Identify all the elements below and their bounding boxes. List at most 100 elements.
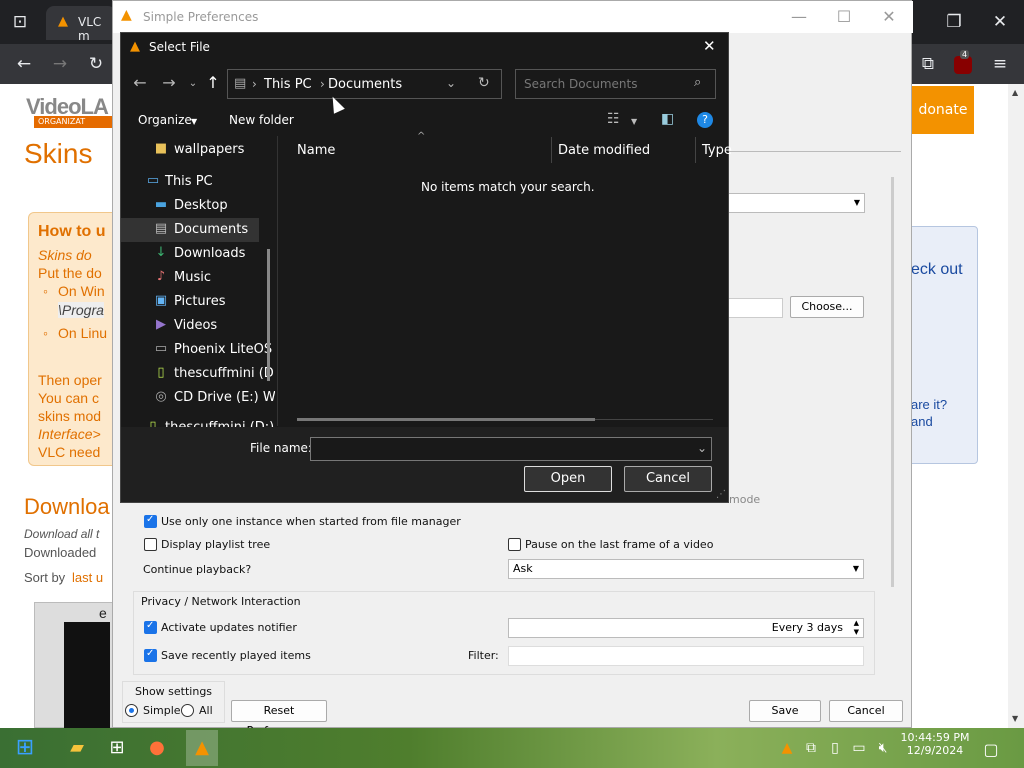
back-icon[interactable]: ←	[12, 54, 36, 74]
column-divider[interactable]	[551, 137, 552, 163]
volume-muted-icon[interactable]: 🔇︎	[874, 740, 892, 756]
ublock-icon[interactable]: 4	[954, 50, 972, 74]
one-instance-checkbox[interactable]	[144, 514, 157, 528]
menu-icon[interactable]: ≡	[988, 54, 1012, 74]
breadcrumb-documents[interactable]: Documents	[328, 77, 402, 92]
up-folder-icon[interactable]: ↑	[202, 73, 224, 92]
new-folder-button[interactable]: New folder	[229, 113, 294, 127]
column-date-modified[interactable]: Date modified	[558, 143, 650, 158]
tree-item-label: wallpapers	[174, 142, 245, 157]
forward-icon[interactable]: →	[158, 73, 180, 92]
nav-scrollbar[interactable]	[267, 249, 270, 381]
tree-item-music[interactable]: ♪ Music	[121, 266, 261, 290]
filter-label: Filter:	[468, 649, 499, 662]
copy-tray-icon[interactable]: ⧉	[802, 740, 820, 756]
horizontal-scrollbar[interactable]	[297, 418, 595, 421]
browser-tab[interactable]: ▲ VLC m	[46, 6, 116, 43]
scroll-down-icon[interactable]: ▼	[1012, 714, 1018, 723]
tree-item-wallpapers[interactable]: ■ wallpapers	[121, 138, 261, 162]
tree-item-phoenix[interactable]: ▭ Phoenix LiteOS	[121, 338, 272, 362]
chevron-down-icon[interactable]: ⌄	[697, 441, 707, 455]
maximize-icon[interactable]: ☐	[821, 1, 867, 33]
tree-item-thescuffmini[interactable]: ▯ thescuffmini (D	[121, 362, 273, 386]
reset-preferences-button[interactable]: Reset Preferences	[231, 700, 327, 737]
page-scrollbar[interactable]: ▲ ▼	[1008, 84, 1024, 728]
playlist-tree-checkbox[interactable]	[144, 538, 157, 551]
mode-label: mode	[729, 493, 761, 506]
howto-box: How to u Skins do Put the do ◦ On Win \P…	[28, 212, 120, 466]
combo-box[interactable]: ▼	[727, 193, 865, 213]
cancel-button[interactable]: Cancel	[829, 700, 903, 722]
pause-last-frame-checkbox[interactable]	[508, 538, 521, 551]
skin-path-field[interactable]	[727, 298, 783, 318]
filter-input[interactable]	[508, 646, 864, 666]
choose-button[interactable]: Choose...	[790, 296, 864, 318]
skin-preview-image	[64, 622, 110, 728]
restore-window-icon[interactable]: ❐	[942, 12, 966, 32]
sort-link[interactable]: last u	[72, 570, 103, 585]
donate-button[interactable]: donate	[912, 86, 974, 134]
close-icon[interactable]: ✕	[703, 37, 716, 55]
column-type[interactable]: Type	[702, 143, 732, 158]
back-icon[interactable]: ←	[129, 73, 151, 92]
help-icon[interactable]: ?	[697, 112, 713, 128]
chevron-down-icon[interactable]: ▼	[631, 117, 637, 126]
start-windows-icon[interactable]: ⊞	[12, 736, 38, 760]
open-button[interactable]: Open	[524, 466, 612, 492]
pane-divider	[277, 136, 278, 426]
column-divider[interactable]	[695, 137, 696, 163]
all-radio[interactable]	[181, 704, 194, 717]
tree-item-documents[interactable]: ▤ Documents	[121, 218, 259, 242]
tree-item-this-pc[interactable]: ▭ This PC	[121, 170, 261, 194]
address-dropdown-icon[interactable]: ⌄	[446, 76, 456, 90]
howto-bullet: On Win	[58, 283, 105, 299]
dialog-cancel-button[interactable]: Cancel	[624, 466, 712, 492]
vlc-tray-icon[interactable]: ▲	[778, 740, 796, 756]
tree-item-cd-drive[interactable]: ◎ CD Drive (E:) W	[121, 386, 275, 410]
vlc-taskbar-icon[interactable]: ▲	[186, 730, 218, 766]
usb-tray-icon[interactable]: ▯	[826, 740, 844, 756]
view-options-icon[interactable]: ☷	[607, 111, 620, 127]
resize-grip-icon[interactable]: ⋰	[716, 489, 726, 500]
videos-icon: ▶	[156, 317, 166, 332]
howto-bullet: On Linu	[58, 325, 108, 341]
scroll-up-icon[interactable]: ▲	[1012, 88, 1018, 97]
minimize-icon[interactable]: —	[776, 1, 822, 33]
tree-item-videos[interactable]: ▶ Videos	[121, 314, 261, 338]
reload-icon[interactable]: ↻	[84, 54, 108, 74]
page-title: Skins	[24, 138, 93, 169]
firefox-icon[interactable]: ●	[144, 736, 170, 760]
column-name[interactable]: Name	[297, 143, 335, 158]
tree-item-downloads[interactable]: ↓ Downloads	[121, 242, 261, 266]
save-button[interactable]: Save	[749, 700, 821, 722]
tab-search-icon[interactable]: ⊡	[8, 12, 32, 32]
store-icon[interactable]: ⊞	[104, 736, 130, 760]
close-icon[interactable]: ✕	[866, 1, 912, 33]
prefs-scrollbar[interactable]	[891, 177, 894, 587]
notifications-icon[interactable]: ▢	[982, 740, 1000, 759]
search-box[interactable]: Search Documents ⌕	[515, 69, 716, 99]
network-icon[interactable]: ▭	[850, 740, 868, 756]
organize-button[interactable]: Organize	[138, 113, 192, 127]
address-bar[interactable]: ▤ › This PC › Documents ⌄ ↻	[227, 69, 502, 99]
save-recent-checkbox[interactable]	[144, 648, 157, 662]
tree-item-pictures[interactable]: ▣ Pictures	[121, 290, 261, 314]
continue-playback-select[interactable]: Ask ▼	[508, 559, 864, 579]
select-file-dialog: ▲ Select File ✕ ← → ⌄ ↑ ▤ › This PC › Do…	[120, 32, 732, 503]
videolan-logo[interactable]: VideoLA ORGANIZAT	[26, 94, 116, 128]
recent-locations-icon[interactable]: ⌄	[182, 78, 204, 89]
clock[interactable]: 10:44:59 PM 12/9/2024	[898, 731, 972, 757]
file-explorer-icon[interactable]: ▰	[64, 736, 90, 760]
tree-item-desktop[interactable]: ▬ Desktop	[121, 194, 261, 218]
close-browser-icon[interactable]: ✕	[988, 12, 1012, 32]
preview-pane-icon[interactable]: ◧	[661, 111, 674, 127]
simple-radio[interactable]	[125, 704, 138, 717]
forward-icon[interactable]: →	[48, 54, 72, 74]
breadcrumb-this-pc[interactable]: This PC	[264, 77, 312, 92]
extensions-icon[interactable]: ⧉	[916, 54, 940, 74]
updates-interval-spinner[interactable]: Every 3 days ▲ ▼	[508, 618, 864, 638]
refresh-icon[interactable]: ↻	[478, 75, 490, 91]
file-name-input[interactable]: ⌄	[310, 437, 712, 461]
spinner-arrows-icon[interactable]: ▲ ▼	[854, 619, 859, 637]
updates-checkbox[interactable]	[144, 620, 157, 634]
